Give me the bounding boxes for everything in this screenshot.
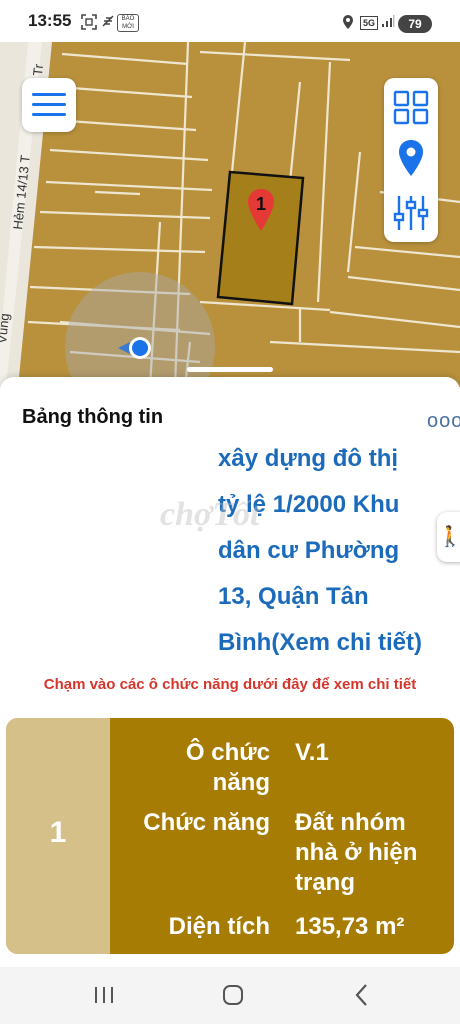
home-button[interactable] bbox=[220, 981, 246, 1009]
row-label-function: Chức năng bbox=[143, 809, 270, 836]
parcel-card[interactable]: 1 Ô chức năng V.1 Chức năng Đất nhóm nhà… bbox=[6, 718, 454, 954]
battery-level: 79 bbox=[408, 17, 422, 31]
battery-indicator: 79 bbox=[398, 15, 432, 33]
screenshot-icon bbox=[81, 14, 97, 30]
grid-icon bbox=[393, 90, 429, 125]
description-line: Bình(Xem chi tiết) bbox=[218, 629, 423, 656]
description-line: 13, Quận Tân bbox=[218, 583, 369, 610]
status-bar: 13:55 BÁO MỚI 5G 79 bbox=[0, 0, 460, 42]
location-dot-icon bbox=[118, 337, 151, 359]
news-badge: BÁO MỚI bbox=[117, 14, 139, 32]
recent-apps-icon bbox=[95, 987, 113, 1003]
description-area: xây dựng đô thị tỷ lệ 1/2000 Khu dân cư … bbox=[0, 432, 460, 662]
planning-description[interactable]: xây dựng đô thị tỷ lệ 1/2000 Khu dân cư … bbox=[218, 436, 458, 662]
network-type: 5G bbox=[360, 16, 379, 30]
location-pin-icon bbox=[399, 140, 423, 176]
accessibility-icon: 🚶 bbox=[437, 526, 460, 548]
layers-button[interactable] bbox=[384, 82, 438, 132]
status-time: 13:55 bbox=[28, 11, 72, 30]
more-options-button[interactable]: ooo bbox=[427, 410, 460, 433]
description-line: dân cư Phường bbox=[218, 537, 400, 564]
menu-button[interactable] bbox=[22, 78, 76, 132]
row-value-area: 135,73 m² bbox=[295, 913, 405, 940]
system-nav-bar bbox=[0, 967, 460, 1024]
row-label-function-cell: Ô chức năng bbox=[185, 739, 270, 796]
no-sync-icon bbox=[101, 14, 115, 30]
more-icon: ooo bbox=[427, 410, 460, 432]
row-value-function-cell: V.1 bbox=[295, 739, 329, 766]
back-button[interactable] bbox=[350, 981, 374, 1009]
parcel-number: 1 bbox=[49, 816, 67, 849]
location-status-icon bbox=[341, 14, 355, 30]
watermark: chợTốt bbox=[160, 496, 260, 533]
sliders-icon bbox=[393, 196, 429, 230]
hint-text: Chạm vào các ô chức năng dưới đây để xem… bbox=[43, 676, 417, 693]
marker-label: 1 bbox=[255, 194, 266, 214]
signal-icon bbox=[381, 14, 395, 30]
description-line: xây dựng đô thị bbox=[218, 445, 399, 472]
sheet-title: Bảng thông tin bbox=[22, 406, 164, 428]
row-value-function: Đất nhóm nhà ở hiện trạng bbox=[295, 809, 418, 896]
recent-apps-button[interactable] bbox=[92, 981, 116, 1009]
row-label-area: Diện tích bbox=[168, 913, 270, 940]
locate-button[interactable] bbox=[384, 134, 438, 184]
home-icon bbox=[223, 985, 243, 1005]
accessibility-button[interactable]: 🚶 bbox=[437, 512, 460, 562]
back-icon bbox=[355, 984, 367, 1006]
filter-button[interactable] bbox=[384, 188, 438, 238]
map-tools bbox=[384, 78, 438, 242]
sheet-drag-handle[interactable] bbox=[187, 367, 273, 372]
